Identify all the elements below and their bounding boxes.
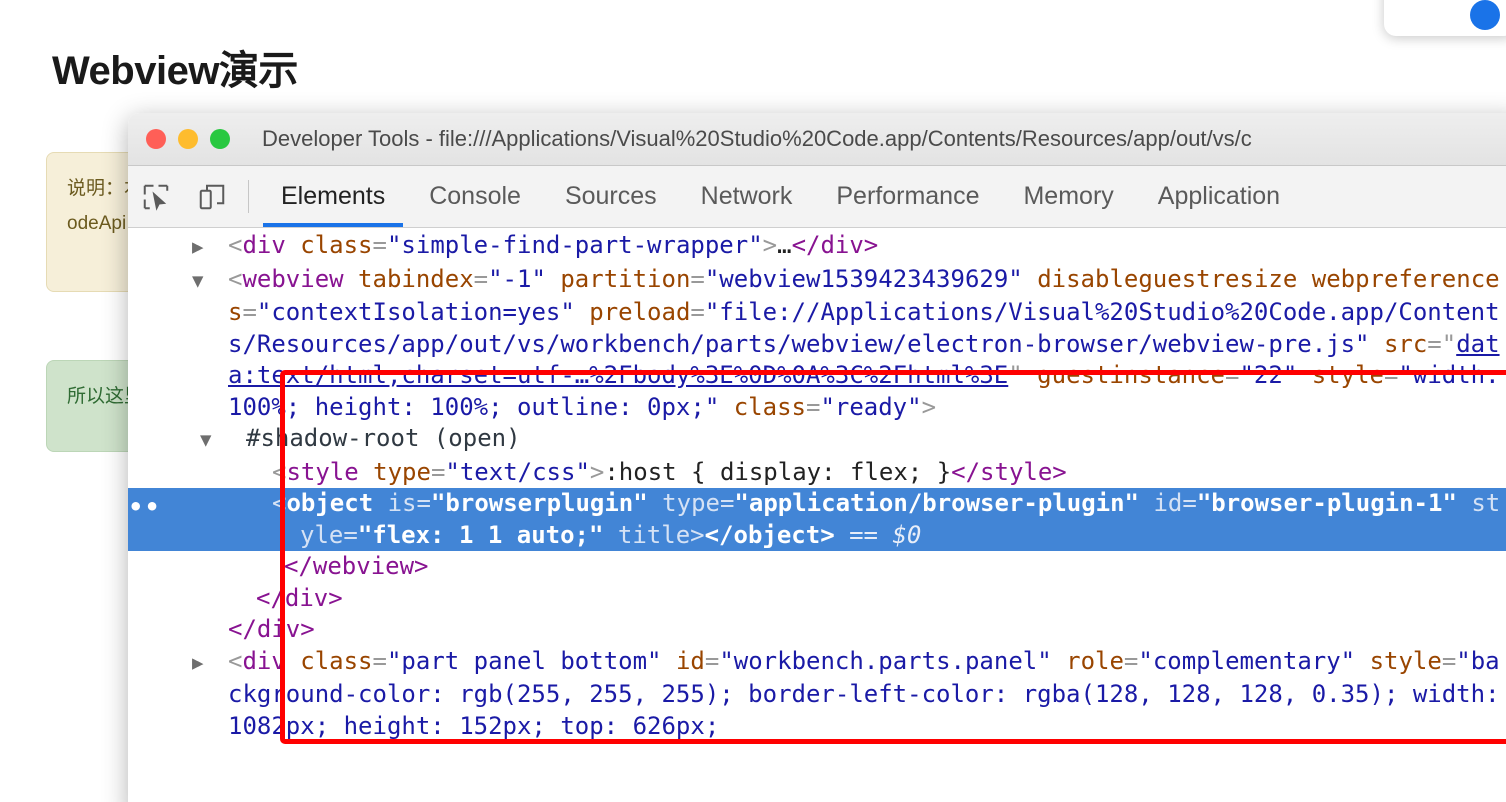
close-window-button[interactable] <box>146 129 166 149</box>
devtools-titlebar[interactable]: Developer Tools - file:///Applications/V… <box>128 113 1506 166</box>
devtools-window: Developer Tools - file:///Applications/V… <box>128 113 1506 802</box>
dom-tree-panel[interactable]: ▶ <div class="simple-find-part-wrapper">…… <box>128 228 1506 802</box>
dom-node-style[interactable]: <style type="text/css">:host { display: … <box>128 457 1506 489</box>
dom-node-workbench-panel[interactable]: ▶ <div class="part panel bottom" id="work… <box>128 646 1506 743</box>
tab-memory[interactable]: Memory <box>1001 166 1135 227</box>
collapse-triangle-icon[interactable]: ▼ <box>200 425 246 457</box>
tab-application[interactable]: Application <box>1136 166 1302 227</box>
node-overflow-ellipsis[interactable]: ••• <box>128 492 161 524</box>
tab-performance[interactable]: Performance <box>814 166 1001 227</box>
corner-widget[interactable] <box>1384 0 1506 36</box>
tab-sources[interactable]: Sources <box>543 166 679 227</box>
window-title: Developer Tools - file:///Applications/V… <box>262 126 1252 151</box>
dom-node-webview[interactable]: ▼ <webview tabindex="-1" partition="webvi… <box>128 264 1506 424</box>
console-reference: == $0 <box>834 520 922 549</box>
tab-network[interactable]: Network <box>679 166 815 227</box>
expand-triangle-icon[interactable]: ▶ <box>192 648 228 680</box>
expand-triangle-icon[interactable]: ▶ <box>192 232 228 264</box>
collapse-triangle-icon[interactable]: ▼ <box>192 266 228 298</box>
tab-console[interactable]: Console <box>407 166 543 227</box>
corner-widget-badge-icon <box>1470 0 1500 30</box>
device-toolbar-icon[interactable] <box>184 166 240 227</box>
maximize-window-button[interactable] <box>210 129 230 149</box>
dom-node-div-close-1[interactable]: </div> <box>128 583 1506 615</box>
dom-node-webview-close[interactable]: </webview> <box>128 551 1506 583</box>
tab-elements[interactable]: Elements <box>259 166 407 227</box>
dom-node-shadow-root[interactable]: ▼ #shadow-root (open) <box>128 423 1506 457</box>
toolbar-divider <box>248 180 249 213</box>
dom-node-object-selected[interactable]: •••<object is="browserplugin" type="appl… <box>128 488 1506 551</box>
devtools-toolbar: Elements Console Sources Network Perform… <box>128 166 1506 228</box>
page-title: Webview演示 <box>52 49 298 93</box>
minimize-window-button[interactable] <box>178 129 198 149</box>
dom-node-simple-find-wrapper[interactable]: ▶ <div class="simple-find-part-wrapper">…… <box>128 230 1506 264</box>
inspect-element-icon[interactable] <box>128 166 184 227</box>
dom-node-div-close-2[interactable]: </div> <box>128 614 1506 646</box>
